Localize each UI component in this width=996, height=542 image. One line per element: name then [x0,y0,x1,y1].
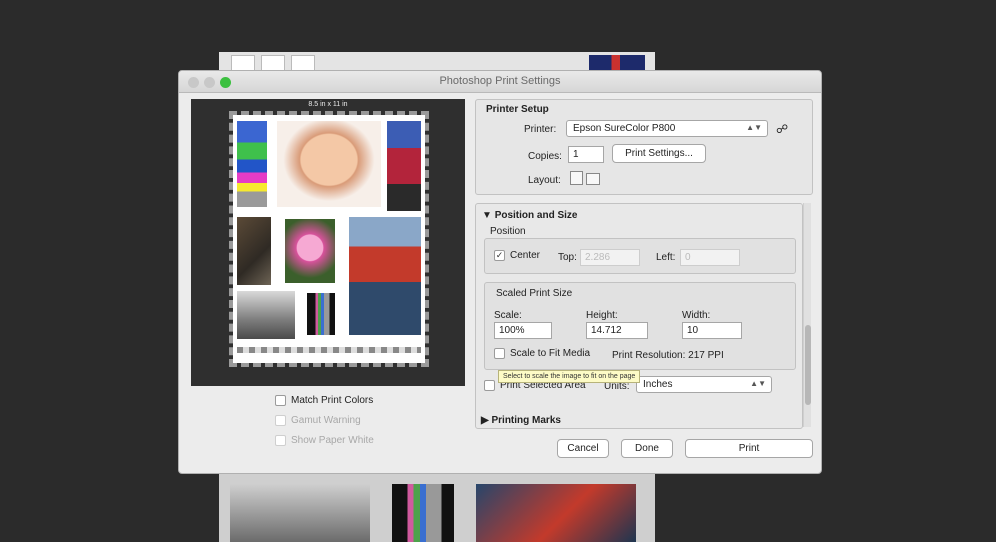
settings-scrollbar[interactable] [803,203,811,427]
flower-photo [285,219,335,283]
scaled-print-size-label: Scaled Print Size [496,288,573,299]
scale-to-fit-row[interactable]: Scale to Fit Media [494,348,590,359]
height-label: Height: [586,310,618,321]
print-preview: 8.5 in x 11 in [191,99,465,386]
position-label: Position [490,226,526,237]
gray-chart-image [307,293,335,335]
units-value: Inches [643,379,673,390]
print-settings-dialog: Photoshop Print Settings 8.5 in x 11 in … [178,70,822,474]
settings-panel: Printer Setup Printer: Epson SureColor P… [475,99,813,431]
color-swatch-image [237,121,267,207]
background-thumb-chart [392,484,454,542]
scrollbar-thumb[interactable] [805,325,811,405]
printing-marks-heading[interactable]: ▶ Printing Marks [481,415,561,426]
center-checkbox[interactable]: ✓ [494,250,505,261]
bottom-strip [237,347,421,353]
background-thumb-bw [230,484,370,542]
left-field[interactable]: 0 [680,249,740,266]
landscape-layout-icon[interactable] [586,173,600,185]
printer-value: Epson SureColor P800 [573,123,676,134]
disclosure-right-icon: ▶ [481,415,489,426]
copies-field[interactable]: 1 [568,146,604,163]
print-selected-area-checkbox[interactable] [484,380,495,391]
portrait-layout-icon[interactable] [570,171,583,185]
left-label: Left: [656,252,676,263]
printer-setup-heading: Printer Setup [486,104,549,115]
paper-size-label: 8.5 in x 11 in [308,101,348,108]
chevron-updown-icon: ▲▼ [750,379,766,388]
guard-photo [387,121,421,211]
match-print-colors-checkbox[interactable] [275,395,286,406]
match-print-colors-row[interactable]: Match Print Colors [275,395,373,406]
done-button[interactable]: Done [621,439,673,458]
scale-label: Scale: [494,310,522,321]
cancel-button[interactable]: Cancel [557,439,609,458]
print-button[interactable]: Print [685,439,813,458]
preview-paper[interactable] [229,111,429,367]
show-paper-white-label: Show Paper White [291,435,374,446]
boat-photo [349,217,421,335]
printer-label: Printer: [524,124,557,135]
chevron-updown-icon: ▲▼ [746,123,762,132]
bw-photo [237,291,295,339]
print-resolution: Print Resolution: 217 PPI [612,350,724,361]
position-size-heading[interactable]: ▼ Position and Size [482,210,577,221]
copies-label: Copies: [528,151,562,162]
background-thumb-boat [476,484,636,542]
gamut-warning-row: Gamut Warning [275,415,361,426]
layout-label: Layout: [528,175,561,186]
units-select[interactable]: Inches ▲▼ [636,376,772,393]
scale-to-fit-checkbox[interactable] [494,348,505,359]
dialog-title: Photoshop Print Settings [439,75,561,87]
printer-setup-box: Printer Setup Printer: Epson SureColor P… [475,99,813,195]
title-bar[interactable]: Photoshop Print Settings [179,71,821,93]
position-size-title: Position and Size [494,210,578,221]
show-paper-white-checkbox [275,435,286,446]
printer-share-icon[interactable]: ☍ [776,122,788,136]
height-field[interactable]: 14.712 [586,322,648,339]
baby-photo [277,121,381,207]
printing-marks-title: Printing Marks [491,415,561,426]
scale-to-fit-tooltip: Select to scale the image to fit on the … [498,370,641,383]
center-row[interactable]: ✓ Center [494,250,540,261]
top-label: Top: [558,252,577,263]
print-settings-button[interactable]: Print Settings... [612,144,706,163]
show-paper-white-row: Show Paper White [275,435,374,446]
disclosure-down-icon: ▼ [482,210,492,221]
scale-field[interactable]: 100% [494,322,552,339]
printer-select[interactable]: Epson SureColor P800 ▲▼ [566,120,768,137]
gamut-warning-label: Gamut Warning [291,415,361,426]
street-photo [237,217,271,285]
width-label: Width: [682,310,711,321]
position-size-section: ▼ Position and Size Position ✓ Center To… [475,203,803,429]
top-field[interactable]: 2.286 [580,249,640,266]
center-label: Center [510,250,541,261]
width-field[interactable]: 10 [682,322,742,339]
match-print-colors-label: Match Print Colors [291,395,374,406]
gamut-warning-checkbox [275,415,286,426]
scale-to-fit-label: Scale to Fit Media [510,348,591,359]
